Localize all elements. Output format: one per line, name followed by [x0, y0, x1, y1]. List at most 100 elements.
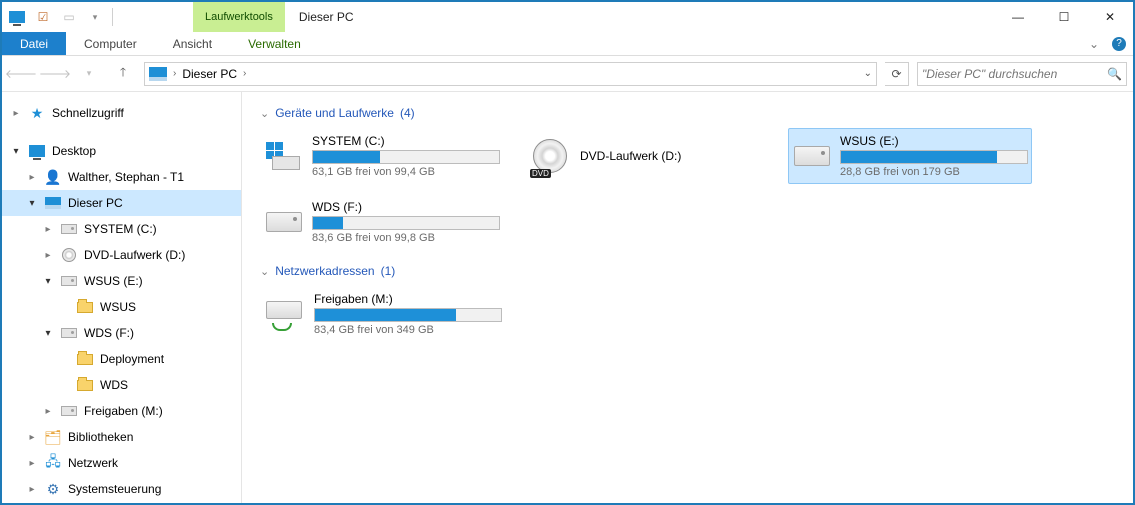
capacity-bar [840, 150, 1028, 164]
tree-label: Freigaben (M:) [84, 404, 163, 418]
twist-icon[interactable] [42, 276, 54, 287]
drive-icon [794, 136, 830, 176]
twist-icon[interactable] [42, 224, 54, 235]
dvd-drive-icon: DVD [530, 136, 570, 176]
capacity-bar [312, 216, 500, 230]
tree-label: DVD-Laufwerk (D:) [84, 248, 185, 262]
tree-wds-f[interactable]: WDS (F:) [2, 320, 241, 346]
tree-freigaben-m[interactable]: Freigaben (M:) [2, 398, 241, 424]
folder-icon [76, 351, 94, 367]
tree-wsus-e[interactable]: WSUS (E:) [2, 268, 241, 294]
tree-deployment-folder[interactable]: Deployment [2, 346, 241, 372]
group-label: Geräte und Laufwerke [275, 106, 394, 120]
content-pane[interactable]: ⌄ Geräte und Laufwerke (4) SYSTEM (C:) 6… [242, 92, 1133, 503]
chevron-down-icon[interactable]: ⌄ [260, 107, 269, 120]
tile-name: WSUS (E:) [840, 134, 1028, 148]
twist-icon[interactable] [26, 484, 38, 495]
tree-system-c[interactable]: SYSTEM (C:) [2, 216, 241, 242]
close-button[interactable]: ✕ [1087, 2, 1133, 32]
tile-name: SYSTEM (C:) [312, 134, 500, 148]
twist-icon[interactable] [10, 146, 22, 157]
navigation-tree[interactable]: ★ Schnellzugriff Desktop 👤 Walther, Step… [2, 92, 242, 503]
chevron-down-icon[interactable]: ⌄ [260, 265, 269, 278]
ribbon-expand-icon[interactable]: ⌄ [1083, 32, 1105, 55]
group-count: (1) [381, 264, 396, 278]
group-header-netloc[interactable]: ⌄ Netzwerkadressen (1) [260, 264, 1115, 278]
network-icon: 🖧 [44, 455, 62, 471]
maximize-button[interactable]: ☐ [1041, 2, 1087, 32]
ribbon: Datei Computer Ansicht Verwalten ⌄ ? [2, 32, 1133, 56]
tile-wsus-e[interactable]: WSUS (E:) 28,8 GB frei von 179 GB [788, 128, 1032, 184]
twist-icon[interactable] [26, 172, 38, 183]
minimize-button[interactable]: — [995, 2, 1041, 32]
twist-icon[interactable] [10, 108, 22, 119]
tree-label: Deployment [100, 352, 164, 366]
twist-icon[interactable] [26, 198, 38, 209]
tree-label: SYSTEM (C:) [84, 222, 157, 236]
tree-user[interactable]: 👤 Walther, Stephan - T1 [2, 164, 241, 190]
nav-up-button[interactable]: 🡑 [110, 61, 136, 87]
group-header-devices[interactable]: ⌄ Geräte und Laufwerke (4) [260, 106, 1115, 120]
tree-libraries[interactable]: 🗂 Bibliotheken [2, 424, 241, 450]
twist-icon[interactable] [42, 250, 54, 261]
group-count: (4) [400, 106, 415, 120]
qat-dropdown-icon[interactable]: ▾ [86, 8, 104, 26]
tile-name: Freigaben (M:) [314, 292, 502, 306]
address-dropdown-icon[interactable]: ⌄ [864, 68, 872, 79]
ribbon-tab-datei[interactable]: Datei [2, 32, 66, 55]
ribbon-tab-verwalten[interactable]: Verwalten [230, 32, 319, 55]
tile-wds-f[interactable]: WDS (F:) 83,6 GB frei von 99,8 GB [260, 194, 504, 250]
app-icon [8, 8, 26, 26]
tree-controlpanel[interactable]: ⚙ Systemsteuerung [2, 476, 241, 502]
twist-icon[interactable] [42, 328, 54, 339]
twist-icon[interactable] [42, 406, 54, 417]
ribbon-tab-computer[interactable]: Computer [66, 32, 155, 55]
breadcrumb-sep-icon[interactable]: › [243, 68, 246, 79]
tree-desktop[interactable]: Desktop [2, 138, 241, 164]
twist-icon[interactable] [26, 432, 38, 443]
ribbon-tab-ansicht[interactable]: Ansicht [155, 32, 230, 55]
tree-dvd-d[interactable]: DVD-Laufwerk (D:) [2, 242, 241, 268]
netdrive-icon [60, 403, 78, 419]
breadcrumb-root[interactable]: Dieser PC [182, 67, 237, 81]
group-devices-grid: SYSTEM (C:) 63,1 GB frei von 99,4 GB DVD… [260, 128, 1115, 250]
tree-network[interactable]: 🖧 Netzwerk [2, 450, 241, 476]
drive-icon [60, 273, 78, 289]
qat-newfolder-icon[interactable]: ▭ [60, 8, 78, 26]
tree-label: WSUS [100, 300, 136, 314]
libraries-icon: 🗂 [44, 429, 62, 445]
nav-recent-dropdown[interactable]: ▾ [76, 61, 102, 87]
tree-thispc[interactable]: Dieser PC [2, 190, 241, 216]
folder-icon [76, 299, 94, 315]
tree-wds-folder[interactable]: WDS [2, 372, 241, 398]
main-body: ★ Schnellzugriff Desktop 👤 Walther, Step… [2, 92, 1133, 503]
contextual-tab-label: Laufwerktools [193, 2, 285, 32]
tree-recyclebin[interactable]: 🗑 Papierkorb [2, 502, 241, 503]
folder-icon [76, 377, 94, 393]
tree-quickaccess[interactable]: ★ Schnellzugriff [2, 100, 241, 126]
address-bar[interactable]: › Dieser PC › ⌄ [144, 62, 877, 86]
tile-freigaben-m[interactable]: Freigaben (M:) 83,4 GB frei von 349 GB [260, 286, 504, 342]
drive-icon [266, 202, 302, 242]
group-netloc-grid: Freigaben (M:) 83,4 GB frei von 349 GB [260, 286, 1115, 342]
tile-system-c[interactable]: SYSTEM (C:) 63,1 GB frei von 99,4 GB [260, 128, 504, 184]
tile-sub: 83,6 GB frei von 99,8 GB [312, 232, 500, 244]
search-input[interactable] [922, 67, 1107, 81]
tree-wsus-folder[interactable]: WSUS [2, 294, 241, 320]
dvd-icon [60, 247, 78, 263]
breadcrumb-sep-icon[interactable]: › [173, 68, 176, 79]
tree-label: Netzwerk [68, 456, 118, 470]
tree-label: WDS (F:) [84, 326, 134, 340]
desktop-icon [28, 143, 46, 159]
search-box[interactable]: 🔍 [917, 62, 1127, 86]
refresh-button[interactable]: ⟳ [885, 62, 909, 86]
nav-forward-button[interactable]: 🡒 [42, 61, 68, 87]
qat-properties-icon[interactable]: ☑ [34, 8, 52, 26]
controlpanel-icon: ⚙ [44, 481, 62, 497]
tile-name: WDS (F:) [312, 200, 500, 214]
nav-back-button[interactable]: 🡐 [8, 61, 34, 87]
drive-icon [60, 221, 78, 237]
help-button[interactable]: ? [1105, 32, 1133, 55]
twist-icon[interactable] [26, 458, 38, 469]
tile-dvd-d[interactable]: DVD DVD-Laufwerk (D:) [524, 128, 768, 184]
